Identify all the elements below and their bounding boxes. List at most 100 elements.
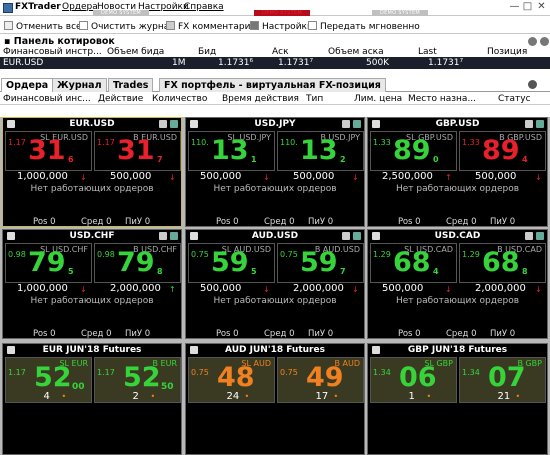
tile-tools-icon[interactable]: [7, 232, 15, 240]
tile-wrench-icon[interactable]: [342, 120, 350, 128]
col-bid[interactable]: Бид: [198, 47, 216, 57]
buy-futures-panel[interactable]: B GBP 1.34 07 21 •: [459, 357, 546, 403]
sell-price-panel[interactable]: SL EUR.USD 1.17 31 6: [5, 131, 92, 171]
buy-size: 500,000: [293, 171, 335, 182]
ocol-type[interactable]: Тип: [306, 94, 323, 104]
quote-instrument: EUR.USD: [3, 58, 44, 68]
tile-tools-icon[interactable]: [190, 120, 198, 128]
tile-wrench-icon[interactable]: [159, 120, 167, 128]
col-ask[interactable]: Аск: [272, 47, 289, 57]
tile-tools-icon[interactable]: [372, 346, 380, 354]
fx-tile[interactable]: GBP.USD SL GBP.USD 1.33 89 0 B GBP.USD 1.33 89 4…: [367, 117, 548, 227]
clear-log-button[interactable]: Очистить журнал: [79, 21, 175, 32]
buy-price-panel[interactable]: B USD.CHF 0.98 79 8: [94, 243, 181, 283]
futures-title: EUR JUN'18 Futures: [3, 344, 181, 356]
demo-badge-3: DEMO SYSTEM: [372, 10, 428, 16]
tile-swap-icon[interactable]: [353, 232, 361, 240]
tile-wrench-icon[interactable]: [525, 232, 533, 240]
tile-swap-icon[interactable]: [353, 120, 361, 128]
tab-trades[interactable]: Trades: [108, 78, 154, 92]
buy-size: 500,000: [475, 171, 517, 182]
tab-journal[interactable]: Журнал: [52, 78, 107, 92]
ocol-quantity[interactable]: Количество: [152, 94, 207, 104]
ocol-action[interactable]: Действие: [98, 94, 143, 104]
cancel-all-button[interactable]: Отменить все: [4, 21, 82, 32]
sell-price-panel[interactable]: SL USD.CHF 0.98 79 5: [5, 243, 92, 283]
futures-tile[interactable]: AUD JUN'18 Futures SL AUD 0.75 48 24 • B AUD 0.…: [185, 343, 365, 455]
panel-close-icon[interactable]: [540, 37, 549, 46]
fx-tile[interactable]: USD.CAD SL USD.CAD 1.29 68 4 B USD.CAD 1.29 68 8…: [367, 229, 548, 339]
tile-swap-icon[interactable]: [170, 120, 178, 128]
tile-swap-icon[interactable]: [536, 232, 544, 240]
buy-price-prefix: 1.33: [462, 138, 480, 147]
col-instrument[interactable]: Финансовый инстр...: [3, 47, 102, 57]
buy-price-panel[interactable]: B AUD.USD 0.75 59 7: [277, 243, 364, 283]
close-button[interactable]: ✕: [535, 1, 548, 14]
transmit-now-checkbox[interactable]: Передать мгновенно: [308, 21, 420, 32]
fx-comments-button[interactable]: FX комментарии: [166, 21, 256, 32]
toolbar: Отменить все Очистить журнал FX коммента…: [0, 17, 550, 34]
settings-icon: [250, 21, 259, 30]
futures-tile[interactable]: GBP JUN'18 Futures SL GBP 1.34 06 1 • B GBP 1.3…: [367, 343, 548, 455]
tile-tools-icon[interactable]: [190, 232, 198, 240]
tab-fx-portfolio[interactable]: FX портфель - виртуальная FX-позиция: [159, 78, 386, 92]
minimize-button[interactable]: —: [508, 1, 521, 14]
sell-price-prefix: 0.98: [8, 250, 26, 259]
ocol-limit-price[interactable]: Лим. цена: [354, 94, 402, 104]
fx-tile[interactable]: USD.CHF SL USD.CHF 0.98 79 5 B USD.CHF 0.98 79 8…: [2, 229, 182, 339]
buy-price-panel[interactable]: B USD.JPY 110. 13 2: [277, 131, 364, 171]
sell-price-big: 13: [211, 135, 249, 166]
quote-row[interactable]: EUR.USD 1M 1.1731⁶ 1.1731⁷ 500K 1.1731⁷: [0, 57, 550, 69]
tile-swap-icon[interactable]: [170, 232, 178, 240]
buy-price-pip: 2: [340, 155, 346, 164]
col-ask-size[interactable]: Объем аска: [328, 47, 384, 57]
col-bid-size[interactable]: Объем бида: [107, 47, 164, 57]
ocol-instrument[interactable]: Финансовый инс...: [3, 94, 91, 104]
pnl-value: ПиУ 0: [308, 329, 334, 339]
ocol-status[interactable]: Статус: [498, 94, 531, 104]
ocol-destination[interactable]: Место назна...: [408, 94, 476, 104]
sell-size: 1,000,000: [17, 283, 68, 294]
tile-wrench-icon[interactable]: [159, 232, 167, 240]
tab-orders[interactable]: Ордера: [1, 78, 54, 92]
buy-futures-panel[interactable]: B AUD 0.75 49 17 •: [277, 357, 364, 403]
sell-futures-panel[interactable]: SL GBP 1.34 06 1 •: [370, 357, 457, 403]
buy-arrow: ↑: [169, 285, 176, 294]
sell-price-panel[interactable]: SL AUD.USD 0.75 59 5: [188, 243, 275, 283]
tile-tools-icon[interactable]: [372, 120, 380, 128]
futures-tile[interactable]: EUR JUN'18 Futures SL EUR 1.17 52 00 4 • B EUR 1…: [2, 343, 182, 455]
sell-price-panel[interactable]: SL GBP.USD 1.33 89 0: [370, 131, 457, 171]
buy-price-panel[interactable]: B USD.CAD 1.29 68 8: [459, 243, 546, 283]
tile-tools-icon[interactable]: [190, 346, 198, 354]
fx-tile[interactable]: AUD.USD SL AUD.USD 0.75 59 5 B AUD.USD 0.75 59 7…: [185, 229, 365, 339]
ocol-tif[interactable]: Время действия: [222, 94, 299, 104]
sell-futures-panel[interactable]: SL EUR 1.17 52 00 4 •: [5, 357, 92, 403]
position-value: Pos 0: [398, 217, 421, 227]
fx-tile[interactable]: USD.JPY SL USD.JPY 110. 13 1 B USD.JPY 110. 13 2…: [185, 117, 365, 227]
panel-settings-icon[interactable]: [528, 37, 537, 46]
sell-price-panel[interactable]: SL USD.CAD 1.29 68 4: [370, 243, 457, 283]
maximize-button[interactable]: □: [521, 1, 534, 14]
app-icon: [3, 3, 13, 13]
sell-price-pip: 00: [72, 382, 85, 392]
tile-tools-icon[interactable]: [372, 232, 380, 240]
buy-futures-panel[interactable]: B EUR 1.17 52 50 2 •: [94, 357, 181, 403]
tile-wrench-icon[interactable]: [525, 120, 533, 128]
col-position[interactable]: Позиция: [487, 47, 527, 57]
col-last[interactable]: Last: [418, 47, 437, 57]
buy-dot-icon: •: [333, 392, 339, 401]
buy-price-prefix: 1.34: [462, 368, 480, 377]
tile-tools-icon[interactable]: [7, 120, 15, 128]
tab-settings-icon[interactable]: [528, 80, 537, 89]
settings-button[interactable]: Настройки: [250, 21, 313, 32]
tile-tools-icon[interactable]: [7, 346, 15, 354]
pnl-value: ПиУ 0: [308, 217, 334, 227]
sell-futures-panel[interactable]: SL AUD 0.75 48 24 •: [188, 357, 275, 403]
buy-price-panel[interactable]: B GBP.USD 1.33 89 4: [459, 131, 546, 171]
tile-wrench-icon[interactable]: [342, 232, 350, 240]
tile-swap-icon[interactable]: [536, 120, 544, 128]
buy-price-panel[interactable]: B EUR.USD 1.17 31 7: [94, 131, 181, 171]
sell-price-panel[interactable]: SL USD.JPY 110. 13 1: [188, 131, 275, 171]
menu-help[interactable]: Справка: [184, 2, 224, 12]
fx-tile[interactable]: EUR.USD SL EUR.USD 1.17 31 6 B EUR.USD 1.17 31 7…: [2, 117, 182, 227]
